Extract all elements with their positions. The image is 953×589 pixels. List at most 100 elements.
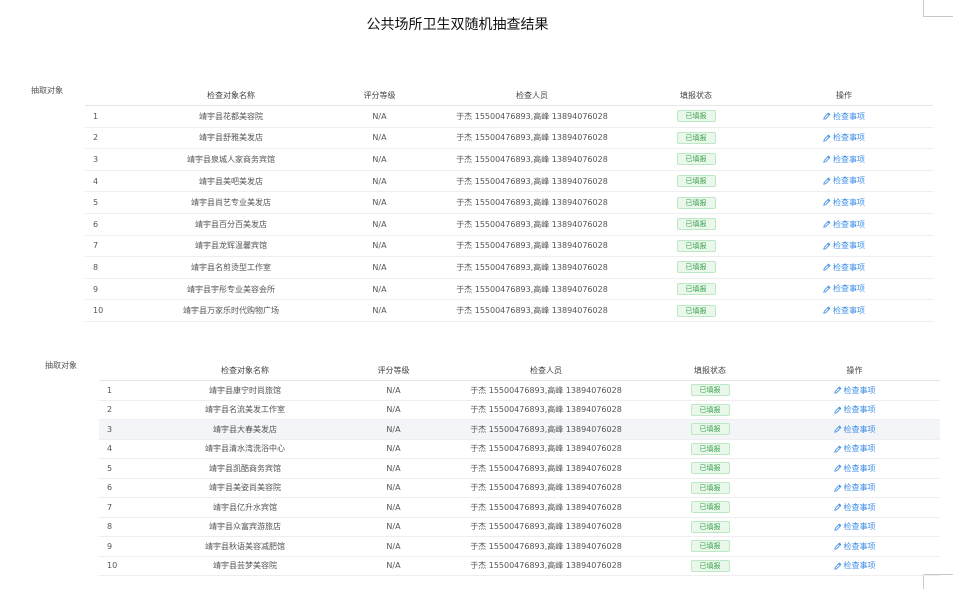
row-action-cell: 检查事项 bbox=[755, 170, 933, 193]
table-row: 5 靖宇县尚艺专业美发店 N/A 于杰 15500476893,高峰 13894076… bbox=[85, 191, 933, 214]
check-items-link[interactable]: 检查事项 bbox=[833, 443, 876, 454]
row-object-name: 靖宇县美姿尚美容院 bbox=[144, 478, 346, 498]
status-badge: 已填报 bbox=[690, 540, 730, 553]
row-index: 6 bbox=[85, 213, 130, 236]
row-action-cell: 检查事项 bbox=[755, 278, 933, 301]
edit-icon bbox=[823, 155, 831, 163]
row-object-name: 靖宇县凯酷商务宾馆 bbox=[144, 458, 346, 479]
status-badge: 已填报 bbox=[676, 261, 716, 274]
check-items-link[interactable]: 检查事项 bbox=[833, 463, 876, 474]
row-object-name: 靖宇县亿升水宾馆 bbox=[144, 497, 346, 518]
edit-icon bbox=[833, 406, 841, 414]
status-badge: 已填报 bbox=[690, 423, 730, 436]
row-action-cell: 检查事项 bbox=[755, 105, 933, 128]
check-items-label: 检查事项 bbox=[833, 154, 865, 164]
row-index: 4 bbox=[85, 170, 130, 193]
row-status-cell: 已填报 bbox=[651, 419, 769, 440]
check-items-link[interactable]: 检查事项 bbox=[833, 482, 876, 493]
row-status-cell: 已填报 bbox=[637, 278, 755, 301]
table-1-label: 抽取对象 bbox=[31, 86, 63, 95]
row-grade: N/A bbox=[332, 170, 427, 193]
check-items-label: 检查事项 bbox=[833, 197, 865, 207]
edit-icon bbox=[823, 242, 831, 250]
col-header-index bbox=[99, 361, 144, 381]
table-row: 7 靖宇县龙辉温馨宾馆 N/A 于杰 15500476893,高峰 138940760… bbox=[85, 235, 933, 258]
row-grade: N/A bbox=[346, 419, 441, 440]
status-badge: 已填报 bbox=[690, 462, 730, 475]
row-object-name: 靖宇县泉城人家商务宾馆 bbox=[130, 148, 332, 171]
row-action-cell: 检查事项 bbox=[769, 478, 940, 498]
row-inspectors: 于杰 15500476893,高峰 13894076028 bbox=[441, 497, 651, 518]
row-object-name: 靖宇县大春美发店 bbox=[144, 419, 346, 440]
row-grade: N/A bbox=[346, 536, 441, 557]
row-action-cell: 检查事项 bbox=[769, 556, 940, 576]
status-badge: 已填报 bbox=[676, 196, 716, 209]
row-status-cell: 已填报 bbox=[651, 556, 769, 576]
check-items-link[interactable]: 检查事项 bbox=[823, 283, 865, 294]
check-items-link[interactable]: 检查事项 bbox=[833, 404, 876, 415]
check-items-link[interactable]: 检查事项 bbox=[823, 305, 865, 316]
row-action-cell: 检查事项 bbox=[755, 299, 933, 322]
row-object-name: 靖宇县花都美容院 bbox=[130, 105, 332, 128]
row-index: 10 bbox=[85, 299, 130, 322]
row-index: 7 bbox=[85, 235, 130, 258]
check-items-link[interactable]: 检查事项 bbox=[823, 111, 865, 122]
status-badge: 已填报 bbox=[676, 239, 716, 252]
table-row: 4 靖宇县美吧美发店 N/A 于杰 15500476893,高峰 1389407602… bbox=[85, 170, 933, 193]
row-inspectors: 于杰 15500476893,高峰 13894076028 bbox=[441, 400, 651, 420]
row-object-name: 靖宇县万家乐时代购物广场 bbox=[130, 299, 332, 322]
check-items-link[interactable]: 检查事项 bbox=[823, 197, 865, 208]
row-action-cell: 检查事项 bbox=[755, 235, 933, 258]
col-header-status: 填报状态 bbox=[637, 86, 755, 106]
check-items-link[interactable]: 检查事项 bbox=[823, 240, 865, 251]
check-items-link[interactable]: 检查事项 bbox=[823, 132, 865, 143]
row-action-cell: 检查事项 bbox=[755, 148, 933, 171]
row-action-cell: 检查事项 bbox=[769, 419, 940, 440]
row-object-name: 靖宇县龙辉温馨宾馆 bbox=[130, 235, 332, 258]
check-items-link[interactable]: 检查事项 bbox=[823, 154, 865, 165]
edit-icon bbox=[833, 484, 841, 492]
row-object-name: 靖宇县百分百美发店 bbox=[130, 213, 332, 236]
check-items-link[interactable]: 检查事项 bbox=[823, 175, 865, 186]
row-object-name: 靖宇县名流美发工作室 bbox=[144, 400, 346, 420]
check-items-link[interactable]: 检查事项 bbox=[833, 560, 876, 571]
row-inspectors: 于杰 15500476893,高峰 13894076028 bbox=[427, 127, 637, 150]
table-row: 3 靖宇县泉城人家商务宾馆 N/A 于杰 15500476893,高峰 1389407… bbox=[85, 148, 933, 171]
row-index: 5 bbox=[85, 191, 130, 214]
row-index: 9 bbox=[99, 536, 144, 557]
row-index: 1 bbox=[99, 380, 144, 401]
row-object-name: 靖宇县康宁时尚旅馆 bbox=[144, 380, 346, 401]
check-items-link[interactable]: 检查事项 bbox=[823, 219, 865, 230]
status-badge: 已填报 bbox=[690, 501, 730, 514]
table-row: 5 靖宇县凯酷商务宾馆 N/A 于杰 15500476893,高峰 138940760… bbox=[99, 458, 940, 479]
check-items-link[interactable]: 检查事项 bbox=[833, 521, 876, 532]
edit-icon bbox=[833, 503, 841, 511]
row-grade: N/A bbox=[346, 380, 441, 401]
check-items-label: 检查事项 bbox=[833, 241, 865, 251]
status-badge: 已填报 bbox=[690, 559, 730, 572]
check-items-label: 检查事项 bbox=[843, 463, 876, 473]
row-grade: N/A bbox=[332, 127, 427, 150]
check-items-link[interactable]: 检查事项 bbox=[833, 541, 876, 552]
check-items-link[interactable]: 检查事项 bbox=[823, 262, 865, 273]
row-grade: N/A bbox=[346, 458, 441, 479]
row-inspectors: 于杰 15500476893,高峰 13894076028 bbox=[427, 148, 637, 171]
check-items-label: 检查事项 bbox=[843, 541, 876, 551]
row-object-name: 靖宇县名剪烫型工作室 bbox=[130, 256, 332, 279]
row-status-cell: 已填报 bbox=[651, 458, 769, 479]
edit-icon bbox=[833, 386, 841, 394]
row-action-cell: 检查事项 bbox=[769, 439, 940, 459]
check-items-link[interactable]: 检查事项 bbox=[833, 385, 876, 396]
check-items-link[interactable]: 检查事项 bbox=[833, 502, 876, 513]
row-status-cell: 已填报 bbox=[651, 536, 769, 557]
row-index: 2 bbox=[99, 400, 144, 420]
status-badge: 已填报 bbox=[690, 520, 730, 533]
table-header-row: 检查对象名称 评分等级 检查人员 填报状态 操作 bbox=[85, 86, 933, 106]
row-status-cell: 已填报 bbox=[637, 170, 755, 193]
check-items-link[interactable]: 检查事项 bbox=[833, 424, 876, 435]
row-index: 3 bbox=[99, 419, 144, 440]
row-inspectors: 于杰 15500476893,高峰 13894076028 bbox=[441, 517, 651, 537]
row-status-cell: 已填报 bbox=[637, 127, 755, 150]
row-index: 1 bbox=[85, 105, 130, 128]
check-items-label: 检查事项 bbox=[843, 385, 876, 395]
